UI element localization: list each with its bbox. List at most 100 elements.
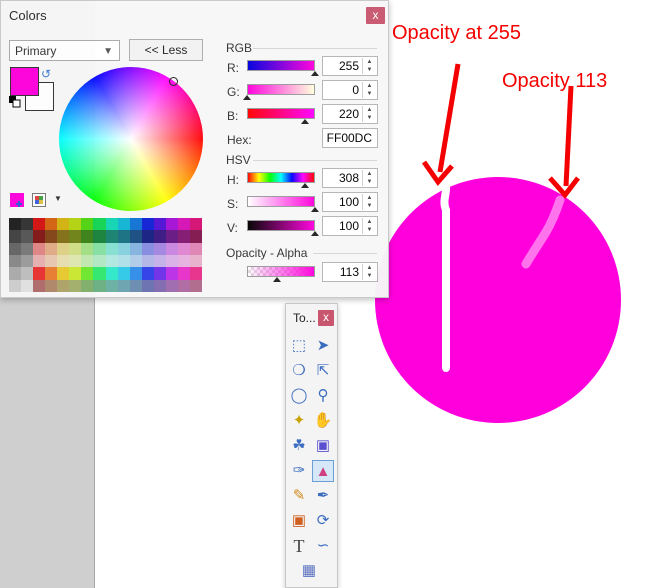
palette-swatch[interactable] [153, 267, 166, 280]
palette-swatch[interactable] [33, 254, 46, 268]
palette-swatch[interactable] [9, 267, 22, 280]
palette-swatch[interactable] [81, 218, 94, 231]
palette-swatch[interactable] [57, 218, 70, 231]
palette-swatch[interactable] [141, 267, 154, 280]
palette-swatch[interactable] [177, 218, 190, 231]
palette-swatch[interactable] [189, 218, 202, 231]
alpha-spinner[interactable]: ▲ ▼ [362, 264, 376, 280]
palette-swatch[interactable] [93, 254, 106, 268]
palette-swatch[interactable] [93, 218, 106, 231]
palette-swatch[interactable] [117, 254, 130, 268]
swap-colors-icon[interactable]: ↺ [41, 67, 51, 81]
paintbrush-icon[interactable]: ✑ [288, 460, 310, 482]
palette-swatch[interactable] [105, 218, 118, 231]
palette-swatch[interactable] [69, 279, 82, 292]
r-slider-handle[interactable] [311, 71, 319, 76]
g-value-input[interactable]: 0 ▲ ▼ [322, 80, 378, 100]
palette-swatch[interactable] [9, 254, 22, 268]
primary-color-swatch[interactable] [10, 67, 39, 96]
v-spinner[interactable]: ▲ ▼ [362, 218, 376, 234]
palette-swatch[interactable] [165, 267, 178, 280]
palette-swatch[interactable] [141, 242, 154, 255]
palette-swatch[interactable] [93, 230, 106, 243]
palette-swatch[interactable] [45, 254, 58, 268]
paint-bucket-icon[interactable]: ☘ [288, 435, 310, 457]
palette-swatch[interactable] [177, 242, 190, 255]
palette-swatch[interactable] [129, 218, 142, 231]
color-wheel-handle[interactable] [169, 77, 178, 86]
palette-swatch[interactable] [141, 254, 154, 268]
palette-swatch[interactable] [189, 279, 202, 292]
palette-swatch[interactable] [69, 267, 82, 280]
shapes-icon[interactable]: ▦ [298, 560, 320, 582]
palette-swatch[interactable] [117, 267, 130, 280]
magic-wand-icon[interactable]: ✦ [288, 410, 310, 432]
palette-swatch[interactable] [9, 230, 22, 243]
alpha-value-input[interactable]: 113 ▲ ▼ [322, 262, 378, 282]
primary-secondary-select[interactable]: Primary ▼ [9, 40, 120, 61]
palette-swatch[interactable] [153, 230, 166, 243]
g-slider[interactable] [247, 84, 315, 95]
alpha-slider[interactable] [247, 266, 315, 277]
v-value-input[interactable]: 100 ▲ ▼ [322, 216, 378, 236]
s-slider-handle[interactable] [311, 207, 319, 212]
pencil-icon[interactable]: ✎ [288, 485, 310, 507]
palette-swatch[interactable] [9, 218, 22, 231]
clone-stamp-icon[interactable]: ▣ [288, 510, 310, 532]
palette-swatch[interactable] [9, 242, 22, 255]
gradient-icon[interactable]: ▣ [312, 435, 334, 457]
palette-swatch[interactable] [105, 230, 118, 243]
lasso-select-icon[interactable]: ❍ [288, 360, 310, 382]
palette-swatch[interactable] [93, 279, 106, 292]
less-button[interactable]: << Less [129, 39, 203, 61]
palette-swatch[interactable] [81, 279, 94, 292]
palette-swatch[interactable] [141, 279, 154, 292]
palette-swatch[interactable] [81, 267, 94, 280]
hex-input[interactable]: FF00DC [322, 128, 378, 148]
palette-swatch[interactable] [57, 230, 70, 243]
add-to-palette-icon[interactable] [10, 193, 24, 207]
palette-swatch[interactable] [177, 230, 190, 243]
palette-swatch[interactable] [21, 230, 34, 243]
h-spinner[interactable]: ▲ ▼ [362, 170, 376, 186]
palette-swatch[interactable] [189, 254, 202, 268]
palette-swatch[interactable] [21, 254, 34, 268]
palette-swatch[interactable] [93, 267, 106, 280]
palette-menu-icon[interactable] [32, 193, 46, 207]
palette-swatch[interactable] [81, 254, 94, 268]
palette-swatch[interactable] [117, 230, 130, 243]
palette-swatch[interactable] [33, 230, 46, 243]
palette-swatch[interactable] [21, 218, 34, 231]
palette-swatch[interactable] [33, 267, 46, 280]
palette-swatch[interactable] [141, 230, 154, 243]
s-spinner[interactable]: ▲ ▼ [362, 194, 376, 210]
color-wheel[interactable] [59, 67, 203, 211]
s-value-input[interactable]: 100 ▲ ▼ [322, 192, 378, 212]
palette-swatch[interactable] [33, 279, 46, 292]
palette-swatch[interactable] [21, 242, 34, 255]
palette-swatch[interactable] [69, 218, 82, 231]
palette-swatch[interactable] [9, 279, 22, 292]
reset-colors-icon[interactable] [9, 96, 21, 108]
palette-swatch[interactable] [117, 242, 130, 255]
v-slider[interactable] [247, 220, 315, 231]
palette-swatch[interactable] [153, 218, 166, 231]
eraser-icon[interactable]: ▲ [312, 460, 334, 482]
palette-swatch[interactable] [45, 218, 58, 231]
palette-swatch[interactable] [69, 254, 82, 268]
colors-close-button[interactable]: x [366, 7, 385, 24]
palette-swatch[interactable] [57, 279, 70, 292]
palette-swatch[interactable] [165, 279, 178, 292]
palette-swatch[interactable] [45, 230, 58, 243]
palette-swatch[interactable] [177, 279, 190, 292]
move-selection-icon[interactable]: ➤ [312, 335, 334, 357]
palette-swatch[interactable] [57, 267, 70, 280]
palette-swatch[interactable] [33, 242, 46, 255]
h-value-input[interactable]: 308 ▲ ▼ [322, 168, 378, 188]
recolor-icon[interactable]: ⟳ [312, 510, 334, 532]
pan-icon[interactable]: ✋ [312, 410, 334, 432]
palette-swatch[interactable] [177, 254, 190, 268]
h-slider-handle[interactable] [301, 183, 309, 188]
b-value-input[interactable]: 220 ▲ ▼ [322, 104, 378, 124]
color-palette[interactable] [9, 218, 202, 292]
